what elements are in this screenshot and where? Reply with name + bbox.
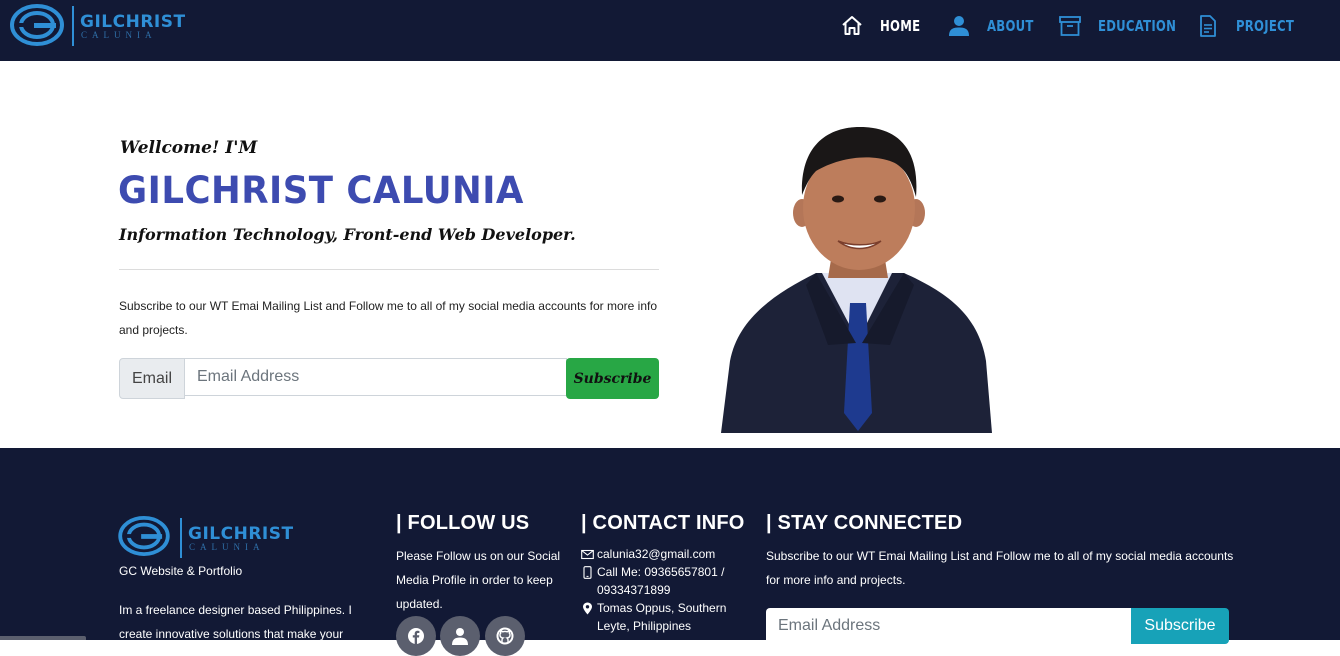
brand-logo[interactable]: GILCHRIST CALUNIA <box>10 4 185 46</box>
stay-connected-text: Subscribe to our WT Emai Mailing List an… <box>766 549 1234 587</box>
footer-brand-logo[interactable]: GILCHRIST CALUNIA <box>118 516 293 558</box>
brand-subtitle: CALUNIA <box>81 30 157 40</box>
navbar: GILCHRIST CALUNIA HOME ABOUT EDUCATION P… <box>0 0 1340 61</box>
nav-project[interactable]: PROJECT <box>1196 8 1310 44</box>
hero-role: Information Technology, Front-end Web De… <box>119 225 576 244</box>
nav-project-label: PROJECT <box>1236 17 1295 35</box>
email-prefix-label: Email <box>119 358 185 399</box>
follow-us-text: Please Follow us on our Social Media Pro… <box>396 549 561 611</box>
brand-divider <box>72 6 74 46</box>
contact-info-heading: | CONTACT INFO <box>581 512 745 534</box>
hero-subscribe-form: Email Subscribe <box>119 358 659 399</box>
user-icon <box>949 16 969 36</box>
hero-welcome: Wellcome! I'M <box>120 138 258 158</box>
nav-education-label: EDUCATION <box>1098 17 1177 35</box>
contact-phone[interactable]: Call Me: 09365657801 / 09334371899 <box>581 563 741 599</box>
nav-education[interactable]: EDUCATION <box>1058 8 1198 44</box>
archive-icon <box>1059 16 1081 36</box>
profile-photo <box>721 127 992 433</box>
facebook-icon <box>408 628 424 645</box>
hero-description: Subscribe to our WT Emai Mailing List an… <box>119 299 657 337</box>
home-icon <box>842 16 862 35</box>
phone-icon <box>583 566 592 579</box>
hero-name: GILCHRIST CALUNIA <box>118 169 524 212</box>
hero-subscribe-button[interactable]: Subscribe <box>566 358 659 399</box>
nav-home[interactable]: HOME <box>840 8 932 44</box>
footer-email-input[interactable] <box>766 608 1132 644</box>
contact-email[interactable]: calunia32@gmail.com <box>581 545 715 563</box>
footer-tagline: GC Website & Portfolio <box>119 564 243 578</box>
hero-divider <box>119 269 659 270</box>
hero-email-input[interactable] <box>184 358 567 396</box>
hero-section: Wellcome! I'M GILCHRIST CALUNIA Informat… <box>0 61 1340 448</box>
stay-connected-heading: | STAY CONNECTED <box>766 512 963 534</box>
facebook-link[interactable] <box>396 616 436 656</box>
scroll-indicator <box>0 636 86 640</box>
gc-logo-emblem <box>118 516 170 556</box>
profile-link[interactable] <box>440 616 480 656</box>
nav-about[interactable]: ABOUT <box>947 8 1047 44</box>
footer-brand-subtitle: CALUNIA <box>189 542 265 552</box>
contact-address-text: Tomas Oppus, Southern Leyte, Philippines <box>597 601 727 633</box>
document-icon <box>1200 15 1216 37</box>
contact-phone-text: Call Me: 09365657801 / 09334371899 <box>597 565 725 597</box>
footer-about-text: Im a freelance designer based Philippine… <box>119 603 352 641</box>
contact-email-text: calunia32@gmail.com <box>597 547 716 561</box>
envelope-icon <box>581 549 594 560</box>
brand-divider <box>180 518 182 558</box>
brand-name: GILCHRIST <box>80 12 186 32</box>
follow-us-heading: | FOLLOW US <box>396 512 530 534</box>
footer: GILCHRIST CALUNIA GC Website & Portfolio… <box>0 448 1340 656</box>
nav-about-label: ABOUT <box>987 17 1034 35</box>
footer-subscribe-button[interactable]: Subscribe <box>1131 608 1229 644</box>
gc-logo-emblem <box>10 4 64 46</box>
footer-brand-name: GILCHRIST <box>188 524 294 544</box>
contact-address: Tomas Oppus, Southern Leyte, Philippines <box>581 599 741 635</box>
github-link[interactable] <box>485 616 525 656</box>
github-icon <box>496 627 514 645</box>
map-pin-icon <box>583 602 592 615</box>
user-icon <box>452 628 468 645</box>
nav-home-label: HOME <box>880 17 921 35</box>
